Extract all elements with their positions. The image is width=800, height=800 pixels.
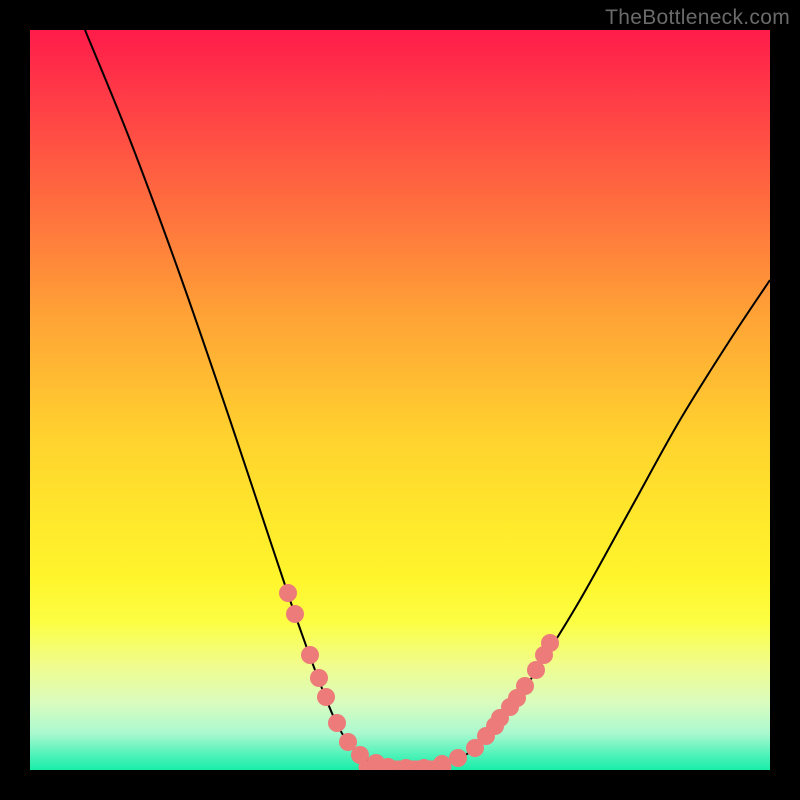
chart-plot-area (30, 30, 770, 770)
marker-dot (433, 755, 451, 770)
highlight-markers (279, 584, 559, 770)
marker-dot (279, 584, 297, 602)
marker-dot (286, 605, 304, 623)
watermark-label: TheBottleneck.com (605, 6, 790, 30)
marker-dot (351, 746, 369, 764)
marker-dot (449, 749, 467, 767)
marker-dot (328, 714, 346, 732)
marker-dot (516, 677, 534, 695)
chart-frame: TheBottleneck.com (0, 0, 800, 800)
marker-dot (317, 688, 335, 706)
chart-svg (30, 30, 770, 770)
marker-dot (310, 669, 328, 687)
marker-dot (541, 634, 559, 652)
bottleneck-curve (85, 30, 770, 768)
marker-dot (301, 646, 319, 664)
